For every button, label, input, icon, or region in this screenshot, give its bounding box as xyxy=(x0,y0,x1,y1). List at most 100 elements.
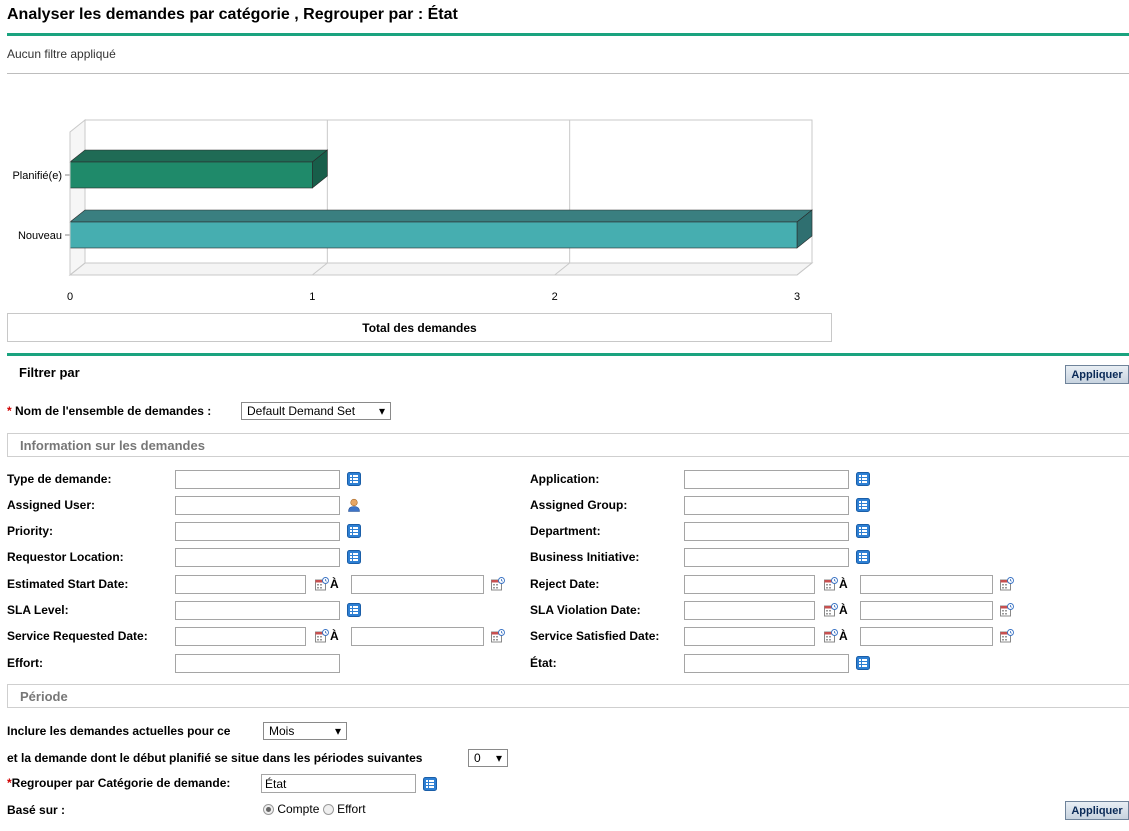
calendar-icon[interactable] xyxy=(315,629,329,643)
chart-x-tick-label: 1 xyxy=(309,291,315,303)
chart-bar xyxy=(69,221,798,249)
application-input[interactable] xyxy=(684,470,849,489)
calendar-icon[interactable] xyxy=(1000,603,1014,617)
estimated-start-date-to-label: À xyxy=(330,577,339,591)
reject-date-label: Reject Date: xyxy=(530,577,600,591)
assigned-group-input[interactable] xyxy=(684,496,849,515)
list-picker-icon[interactable] xyxy=(423,777,437,791)
calendar-icon[interactable] xyxy=(1000,577,1014,591)
service-requested-date-to-input[interactable] xyxy=(351,627,484,646)
effort-input[interactable] xyxy=(175,654,340,673)
include-period-label: Inclure les demandes actuelles pour ce xyxy=(7,724,231,738)
list-picker-icon[interactable] xyxy=(347,550,361,564)
priority-label: Priority: xyxy=(7,524,54,538)
chart-side-wall xyxy=(69,118,86,277)
chart-bar-top xyxy=(69,149,329,163)
chart-bar-top xyxy=(69,209,813,223)
chevron-down-icon: ▾ xyxy=(378,404,385,418)
list-picker-icon[interactable] xyxy=(856,472,870,486)
chart-x-tick-label: 3 xyxy=(794,291,800,303)
sla-violation-date-label: SLA Violation Date: xyxy=(530,603,641,617)
calendar-icon[interactable] xyxy=(824,603,838,617)
department-input[interactable] xyxy=(684,522,849,541)
business-initiative-label: Business Initiative: xyxy=(530,550,640,564)
list-picker-icon[interactable] xyxy=(856,656,870,670)
type-de-demande-input[interactable] xyxy=(175,470,340,489)
list-picker-icon[interactable] xyxy=(347,472,361,486)
department-label: Department: xyxy=(530,524,601,538)
chart-x-axis-title: Total des demandes xyxy=(7,313,832,342)
calendar-icon[interactable] xyxy=(824,629,838,643)
list-picker-icon[interactable] xyxy=(856,498,870,512)
service-requested-date-label: Service Requested Date: xyxy=(7,629,148,643)
radio-effort-label: Effort xyxy=(337,802,366,816)
sla-violation-date-to-input[interactable] xyxy=(860,601,993,620)
service-requested-date-from-input[interactable] xyxy=(175,627,306,646)
estimated-start-date-label: Estimated Start Date: xyxy=(7,577,129,591)
filter-status: Aucun filtre appliqué xyxy=(7,47,116,61)
priority-input[interactable] xyxy=(175,522,340,541)
filter-title: Filtrer par xyxy=(19,365,80,380)
estimated-start-date-to-input[interactable] xyxy=(351,575,484,594)
radio-compte[interactable] xyxy=(263,804,274,816)
section-period: Période xyxy=(7,684,1129,708)
type-de-demande-label: Type de demande: xyxy=(7,472,112,486)
calendar-icon[interactable] xyxy=(824,577,838,591)
chart-y-tick-label: Planifié(e) xyxy=(12,170,62,182)
requestor-location-label: Requestor Location: xyxy=(7,550,124,564)
calendar-icon[interactable] xyxy=(491,577,505,591)
business-initiative-input[interactable] xyxy=(684,548,849,567)
service-satisfied-date-to-label: À xyxy=(839,629,848,643)
reject-date-from-input[interactable] xyxy=(684,575,815,594)
period-unit-select[interactable]: Mois ▾ xyxy=(263,722,347,740)
based-on-label: Basé sur : xyxy=(7,803,66,817)
assigned-user-label: Assigned User: xyxy=(7,498,96,512)
assigned-user-input[interactable] xyxy=(175,496,340,515)
etat-input[interactable] xyxy=(684,654,849,673)
chevron-down-icon: ▾ xyxy=(495,751,502,765)
chart-floor xyxy=(68,262,814,276)
list-picker-icon[interactable] xyxy=(347,603,361,617)
filter-divider xyxy=(7,353,1129,356)
page-title: Analyser les demandes par catégorie , Re… xyxy=(7,6,458,23)
sla-violation-date-to-label: À xyxy=(839,603,848,617)
calendar-icon[interactable] xyxy=(1000,629,1014,643)
service-requested-date-to-label: À xyxy=(330,629,339,643)
etat-label: État: xyxy=(530,656,557,670)
based-on-radio-group: Compte Effort xyxy=(263,802,366,816)
application-label: Application: xyxy=(530,472,600,486)
groupby-input[interactable]: État xyxy=(261,774,416,793)
groupby-label: *Regrouper par Catégorie de demande: xyxy=(7,776,231,790)
radio-effort[interactable] xyxy=(322,804,334,816)
sla-violation-date-from-input[interactable] xyxy=(684,601,815,620)
service-satisfied-date-to-input[interactable] xyxy=(860,627,993,646)
list-picker-icon[interactable] xyxy=(347,524,361,538)
sla-level-input[interactable] xyxy=(175,601,340,620)
demand-set-select[interactable]: Default Demand Set ▾ xyxy=(241,402,391,420)
service-satisfied-date-label: Service Satisfied Date: xyxy=(530,629,660,643)
reject-date-to-label: À xyxy=(839,577,848,591)
requestor-location-input[interactable] xyxy=(175,548,340,567)
assigned-group-label: Assigned Group: xyxy=(530,498,628,512)
list-picker-icon[interactable] xyxy=(856,550,870,564)
calendar-icon[interactable] xyxy=(315,577,329,591)
chart-bar xyxy=(69,161,313,189)
estimated-start-date-from-input[interactable] xyxy=(175,575,306,594)
service-satisfied-date-from-input[interactable] xyxy=(684,627,815,646)
apply-button-bottom[interactable]: Appliquer xyxy=(1065,801,1129,820)
section-demand-info: Information sur les demandes xyxy=(7,433,1129,457)
periods-label: et la demande dont le début planifié se … xyxy=(7,751,423,765)
calendar-icon[interactable] xyxy=(491,629,505,643)
radio-compte-label: Compte xyxy=(277,802,320,816)
effort-label: Effort: xyxy=(7,656,43,670)
apply-button-top[interactable]: Appliquer xyxy=(1065,365,1129,384)
demand-set-label: * Nom de l'ensemble de demandes : xyxy=(7,404,212,418)
list-picker-icon[interactable] xyxy=(856,524,870,538)
title-divider xyxy=(7,33,1129,36)
chart-x-tick-label: 2 xyxy=(552,291,558,303)
chevron-down-icon: ▾ xyxy=(334,724,341,738)
user-picker-icon[interactable] xyxy=(347,498,361,512)
periods-count-select[interactable]: 0 ▾ xyxy=(468,749,508,767)
chart-y-tick-label: Nouveau xyxy=(18,230,62,242)
reject-date-to-input[interactable] xyxy=(860,575,993,594)
